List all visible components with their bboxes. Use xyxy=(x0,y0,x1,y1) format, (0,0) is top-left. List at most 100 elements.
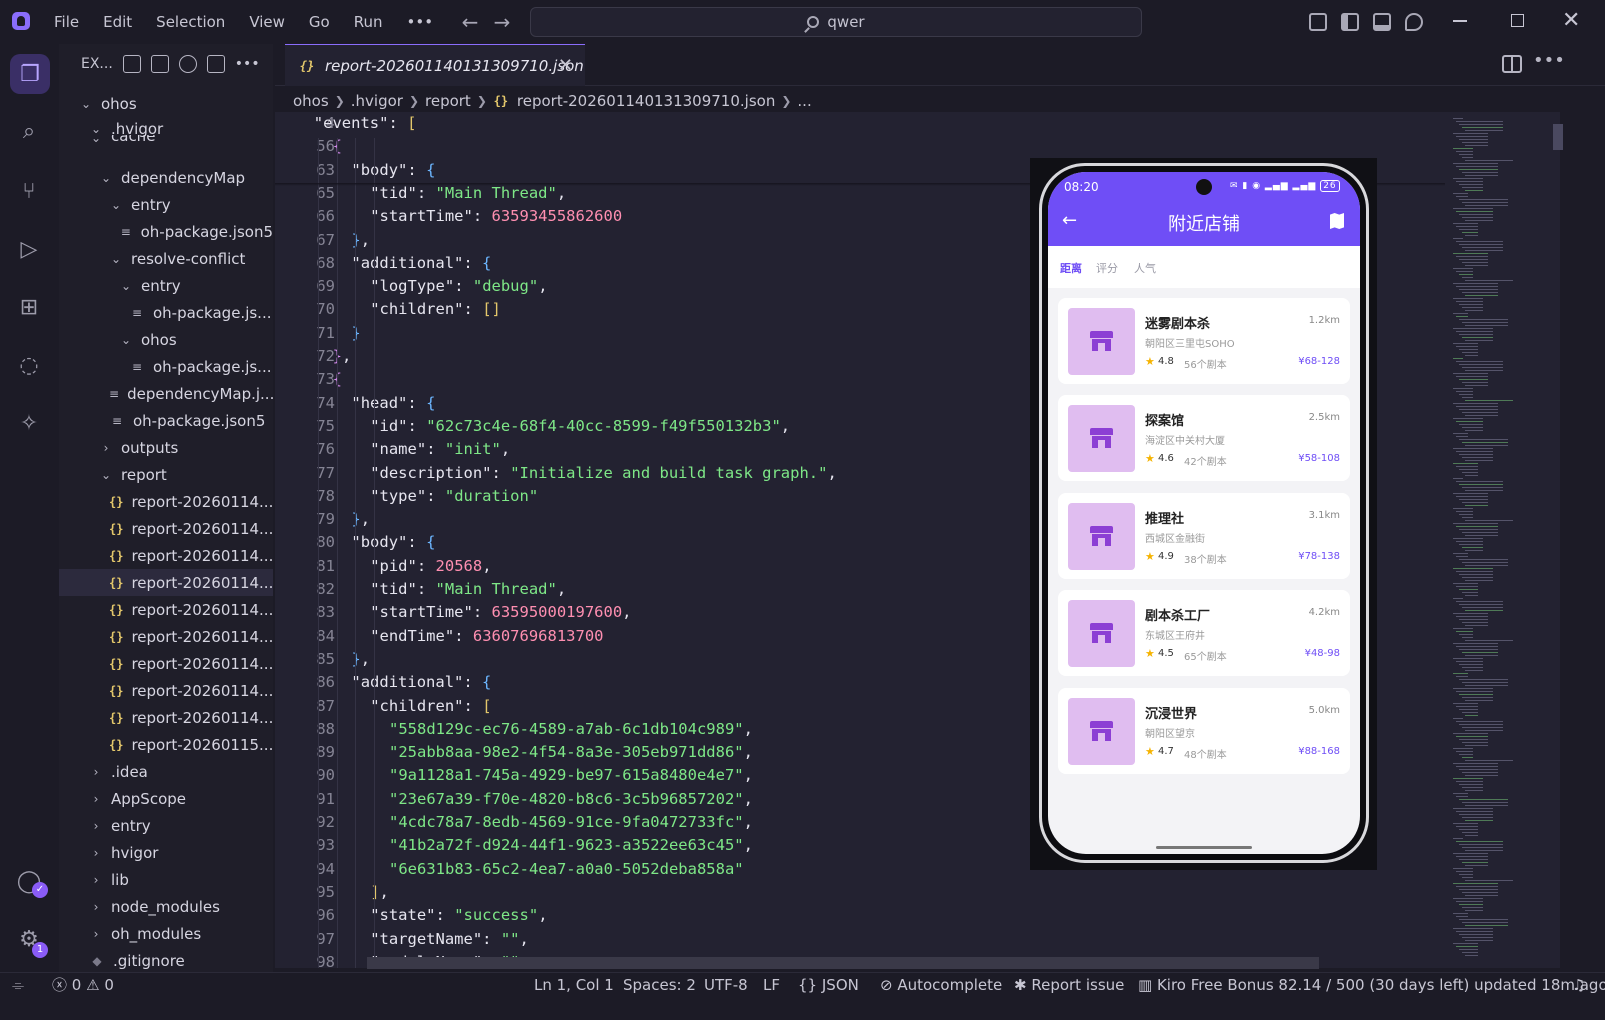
toggle-panel-icon[interactable] xyxy=(1373,13,1391,31)
report-issue-button[interactable]: ✱ Report issue xyxy=(1014,973,1124,997)
breadcrumb-file[interactable]: report-202601140131309710.json xyxy=(517,92,775,110)
menu-selection[interactable]: Selection xyxy=(144,0,237,44)
remote-icon[interactable]: ⌯ xyxy=(12,973,24,997)
tree-item[interactable]: {} report-20260114... xyxy=(59,488,273,515)
tree-item[interactable]: ⌄ entry xyxy=(59,272,273,299)
tree-item[interactable]: › outputs xyxy=(59,434,273,461)
explorer-icon[interactable]: ❐ xyxy=(10,54,50,94)
tree-item[interactable]: {} report-20260114... xyxy=(59,623,273,650)
chat-icon[interactable] xyxy=(1405,13,1423,31)
menu-file[interactable]: File xyxy=(42,0,91,44)
menu-go[interactable]: Go xyxy=(297,0,342,44)
tree-item[interactable]: {} report-20260114... xyxy=(59,569,273,596)
kiro-icon[interactable]: ✧ xyxy=(14,408,44,438)
tree-item[interactable]: ⌄ dependencyMap xyxy=(59,164,273,191)
shop-card[interactable]: 剧本杀工厂 4.2km 东城区王府井 ★ 4.5 65个剧本 ¥48-98 xyxy=(1058,590,1350,676)
tree-item[interactable]: {} report-20260114... xyxy=(59,704,273,731)
tree-item[interactable]: {} report-20260115... xyxy=(59,731,273,758)
shop-card[interactable]: 迷雾剧本杀 1.2km 朝阳区三里屯SOHO ★ 4.8 56个剧本 ¥68-128 xyxy=(1058,298,1350,384)
tree-item[interactable]: {} report-20260114... xyxy=(59,515,273,542)
new-folder-icon[interactable] xyxy=(150,55,169,73)
tree-item[interactable]: ≡ oh-package.json5 xyxy=(59,218,273,245)
maximize-button[interactable] xyxy=(1511,14,1524,27)
tree-item[interactable]: ⌄ cache xyxy=(59,135,273,145)
tree-item[interactable]: {} report-20260114... xyxy=(59,677,273,704)
collapse-all-icon[interactable] xyxy=(206,55,225,73)
arrow-left-icon[interactable]: ← xyxy=(458,10,482,34)
search-icon[interactable]: ⌕ xyxy=(14,116,44,146)
shop-card[interactable]: 推理社 3.1km 西城区金融街 ★ 4.9 38个剧本 ¥78-138 xyxy=(1058,493,1350,579)
map-icon[interactable] xyxy=(1330,213,1344,229)
tab-popularity[interactable]: 人气 xyxy=(1134,260,1156,276)
tree-item[interactable]: › .idea xyxy=(59,758,273,785)
breadcrumb-hvigor[interactable]: .hvigor xyxy=(351,92,403,110)
bell-icon[interactable]: ♫ xyxy=(1572,973,1585,997)
tree-item[interactable]: › hvigor xyxy=(59,839,273,866)
breadcrumb-ohos[interactable]: ohos xyxy=(293,92,329,110)
kiro-bonus-status[interactable]: ▥ Kiro Free Bonus 82.14 / 500 (30 days l… xyxy=(1138,973,1605,997)
editor-more-icon[interactable]: ••• xyxy=(1533,50,1565,71)
shop-card[interactable]: 探案馆 2.5km 海淀区中关村大厦 ★ 4.6 42个剧本 ¥58-108 xyxy=(1058,395,1350,481)
encoding[interactable]: UTF-8 xyxy=(704,973,748,997)
vertical-scrollbar[interactable] xyxy=(1553,124,1563,150)
tree-item[interactable]: ≡ oh-package.js... xyxy=(59,353,273,380)
tree-item[interactable]: ⌄ ohos xyxy=(59,326,273,353)
close-window-button[interactable]: ✕ xyxy=(1562,8,1580,33)
menu-view[interactable]: View xyxy=(237,0,297,44)
shop-card[interactable]: 沉浸世界 5.0km 朝阳区望京 ★ 4.7 48个剧本 ¥88-168 xyxy=(1058,688,1350,774)
language-mode[interactable]: {} JSON xyxy=(798,973,859,997)
tree-item[interactable]: ≡ oh-package.json5 xyxy=(59,407,273,434)
customize-layout-icon[interactable] xyxy=(1309,13,1327,31)
breadcrumb-symbol[interactable]: ... xyxy=(797,92,811,110)
tree-item[interactable]: ⌄ entry xyxy=(59,191,273,218)
search-input[interactable]: qwer xyxy=(530,7,1142,37)
tree-item[interactable]: {} report-20260114... xyxy=(59,596,273,623)
menu-edit[interactable]: Edit xyxy=(91,0,144,44)
tree-item[interactable]: {} report-20260114... xyxy=(59,650,273,677)
tab-distance[interactable]: 距离 xyxy=(1060,260,1082,276)
new-file-icon[interactable] xyxy=(122,55,141,73)
tree-item[interactable]: ⌄ ohos xyxy=(59,90,273,117)
indentation[interactable]: Spaces: 2 xyxy=(623,973,696,997)
tree-item[interactable]: ◆ .gitignore xyxy=(59,947,273,974)
tree-item[interactable]: {} report-20260114... xyxy=(59,542,273,569)
horizontal-scrollbar[interactable] xyxy=(367,957,1319,969)
home-indicator[interactable] xyxy=(1156,846,1252,849)
code-token: : xyxy=(463,673,483,692)
more-icon[interactable]: ••• xyxy=(235,56,260,72)
tree-item[interactable]: ⌄ resolve-conflict xyxy=(59,245,273,272)
minimap-line xyxy=(1462,772,1498,773)
minimize-button[interactable] xyxy=(1453,20,1467,22)
problems-indicator[interactable]: ⓧ 0 ⚠ 0 xyxy=(52,973,114,997)
tree-item[interactable]: › oh_modules xyxy=(59,920,273,947)
toggle-sidebar-icon[interactable] xyxy=(1341,13,1359,31)
minimap-line xyxy=(1453,328,1493,329)
tree-item[interactable]: › AppScope xyxy=(59,785,273,812)
run-debug-icon[interactable]: ▷ xyxy=(14,234,44,264)
menu-more[interactable]: ••• xyxy=(395,0,446,44)
shop-address: 朝阳区望京 xyxy=(1145,729,1195,740)
tab-report-json[interactable]: {} report-202601140131309710.json ✕ xyxy=(285,44,585,86)
end-of-line[interactable]: LF xyxy=(763,973,780,997)
shop-thumbnail xyxy=(1068,405,1135,472)
ghost-icon[interactable]: ◌ xyxy=(14,350,44,380)
tree-item[interactable]: › node_modules xyxy=(59,893,273,920)
refresh-icon[interactable] xyxy=(178,55,197,73)
cursor-position[interactable]: Ln 1, Col 1 xyxy=(534,973,614,997)
breadcrumb-report[interactable]: report xyxy=(425,92,471,110)
menu-run[interactable]: Run xyxy=(342,0,395,44)
phone-screen[interactable]: 08:20 ✉ ▮ ◉ ▂▄▆ ▂▄▆ 26 ← 附近店铺 距离 评分 人气 迷… xyxy=(1048,172,1360,854)
autocomplete-status[interactable]: ⊘ Autocomplete xyxy=(880,973,1002,997)
minimap[interactable] xyxy=(1445,112,1560,968)
split-editor-icon[interactable] xyxy=(1502,55,1522,73)
tree-item[interactable]: ⌄ report xyxy=(59,461,273,488)
close-tab-button[interactable]: ✕ xyxy=(558,55,573,76)
source-control-icon[interactable]: ⑂ xyxy=(14,176,44,206)
tree-item[interactable]: ≡ oh-package.js... xyxy=(59,299,273,326)
tree-item[interactable]: ≡ dependencyMap.j... xyxy=(59,380,273,407)
tree-item[interactable]: › lib xyxy=(59,866,273,893)
tab-rating[interactable]: 评分 xyxy=(1096,260,1118,276)
tree-item[interactable]: › entry xyxy=(59,812,273,839)
arrow-right-icon[interactable]: → xyxy=(490,10,514,34)
extensions-icon[interactable]: ⊞ xyxy=(14,292,44,322)
